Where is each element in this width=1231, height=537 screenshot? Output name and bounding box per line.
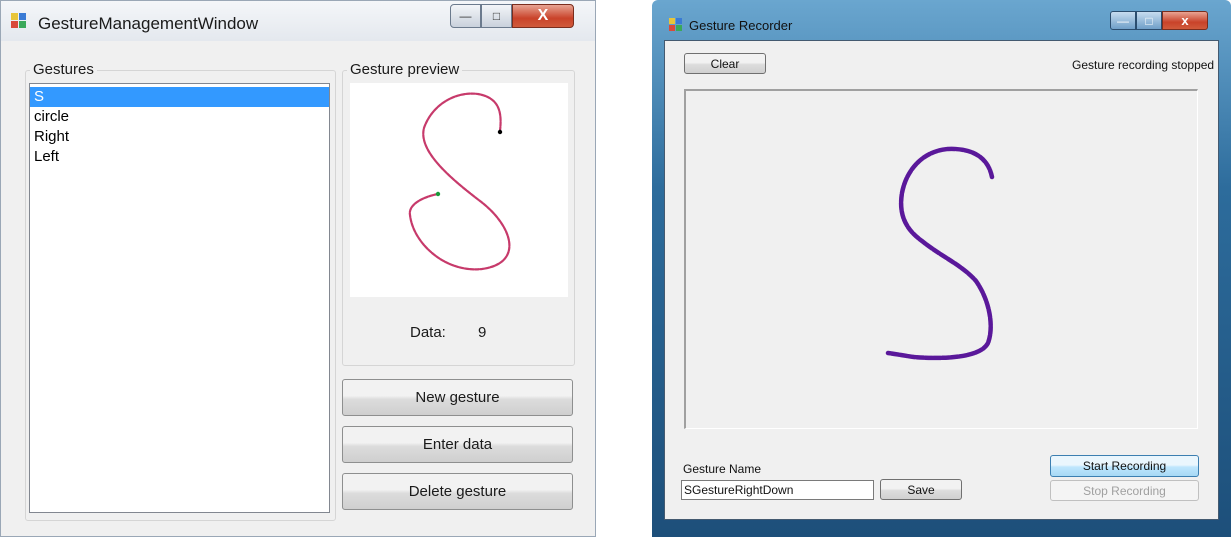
close-icon: x — [1181, 13, 1189, 28]
gestures-group-label: Gestures — [30, 61, 97, 78]
gesture-management-window: GestureManagementWindow — □ X Gestures S… — [0, 0, 596, 537]
preview-group-label: Gesture preview — [347, 61, 463, 78]
gesture-list-item[interactable]: circle — [30, 107, 329, 127]
save-button[interactable]: Save — [880, 479, 962, 500]
clear-button[interactable]: Clear — [684, 53, 766, 74]
enter-data-button[interactable]: Enter data — [342, 426, 573, 463]
gesture-preview-drawing — [408, 92, 511, 271]
recorded-gesture-drawing — [885, 146, 995, 361]
close-button[interactable]: x — [1162, 11, 1208, 30]
close-button[interactable]: X — [512, 4, 574, 28]
gesture-stroke — [885, 146, 995, 361]
gesture-stroke — [408, 92, 511, 271]
minimize-button[interactable]: — — [450, 4, 481, 28]
window-title: GestureManagementWindow — [38, 14, 259, 33]
app-icon — [669, 18, 683, 32]
delete-gesture-button[interactable]: Delete gesture — [342, 473, 573, 510]
title-bar[interactable]: GestureManagementWindow — □ X — [1, 1, 595, 41]
maximize-button[interactable]: □ — [481, 4, 512, 28]
gesture-start-point — [435, 191, 441, 197]
gesture-end-point — [497, 129, 503, 135]
close-icon: X — [537, 7, 549, 24]
app-icon — [11, 13, 27, 29]
data-value: 9 — [478, 324, 487, 341]
maximize-icon: □ — [492, 9, 501, 23]
gesture-list-item[interactable]: S — [30, 87, 329, 107]
minimize-icon: — — [1117, 13, 1129, 28]
recording-status-text: Gesture recording stopped — [1072, 58, 1215, 72]
gesture-list-item[interactable]: Right — [30, 127, 329, 147]
gesture-recording-canvas[interactable] — [684, 89, 1198, 429]
maximize-button[interactable]: □ — [1136, 11, 1162, 30]
start-recording-button[interactable]: Start Recording — [1050, 455, 1199, 477]
gestures-listbox[interactable]: Scircle Right Left — [29, 83, 330, 513]
gesture-list-item[interactable]: Left — [30, 147, 329, 167]
minimize-button[interactable]: — — [1110, 11, 1136, 30]
gesture-name-input[interactable] — [681, 480, 874, 500]
window-title: Gesture Recorder — [689, 18, 793, 33]
gesture-name-label: Gesture Name — [683, 462, 762, 476]
gesture-preview-canvas — [350, 83, 568, 297]
maximize-icon: □ — [1145, 13, 1153, 28]
new-gesture-button[interactable]: New gesture — [342, 379, 573, 416]
minimize-icon: — — [459, 9, 472, 23]
data-label: Data: — [410, 324, 446, 341]
stop-recording-button[interactable]: Stop Recording — [1050, 480, 1199, 501]
